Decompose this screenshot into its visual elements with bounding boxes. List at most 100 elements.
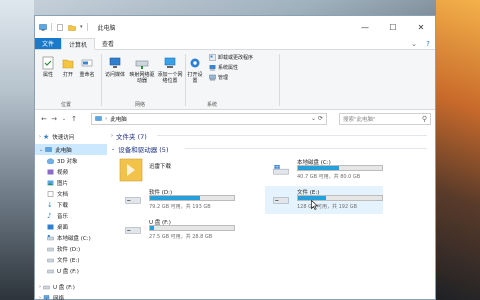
settings-gear-icon [190,58,200,68]
content-area: › 文件夹 (7) ⌄ 设备和驱动器 (5) 迅雷下载 本地磁盘 (C:) 40… [111,129,435,300]
nav-item-quick-access[interactable]: › ★ 快速访问 [35,131,107,142]
nav-item-documents[interactable]: 文档 [35,188,107,199]
close-button[interactable]: ✕ [407,16,435,38]
title-bar: ▾ 此电脑 — ☐ ✕ [35,16,435,38]
expand-chevron-icon[interactable]: › [39,134,41,140]
drive-free-space: 40.7 GB 可用，共 80.0 GB [297,174,361,180]
minimize-button[interactable]: — [351,16,379,38]
desktop-wallpaper-left [0,0,34,300]
open-label: 打开 [62,72,73,78]
drive-free-space: 128 GB 可用，共 192 GB [297,204,358,210]
maximize-button[interactable]: ☐ [379,16,407,38]
add-network-location-button[interactable]: 添加一个网络位置 [157,56,183,84]
manage-button[interactable]: 管理 [209,74,228,81]
open-settings-button[interactable]: 打开设置 [187,56,203,84]
drive-usage-fill [298,166,340,170]
open-button[interactable]: 打开 [61,56,75,78]
collapse-chevron-icon[interactable]: ⌄ [39,147,43,153]
file-explorer-window: ▾ 此电脑 — ☐ ✕ 文件 计算机 查看 ⌄ ? 属性 打开 重命名 位置 访… [34,15,436,300]
nav-item-pictures[interactable]: 图片 [35,177,107,188]
search-input[interactable]: 搜索"此电脑" ⚲ [339,113,431,125]
vertical-scrollbar[interactable] [429,129,435,300]
download-arrow-icon: ↓ [47,200,53,209]
usb-drive-icon [43,285,50,289]
pc-icon [45,146,52,152]
up-arrow-icon[interactable]: ↑ [69,115,79,123]
address-bar-row: ← → ⌄ ↑ › 此电脑 ⌄ ⟳ 搜索"此电脑" ⚲ [35,111,435,127]
system-drive-icon [47,234,54,240]
drive-icon [125,197,141,204]
nav-label: 本地磁盘 (C:) [57,235,91,242]
expand-chevron-icon[interactable]: › [39,284,41,290]
properties-button[interactable]: 属性 [41,56,55,78]
drive-tile-e[interactable]: 文件 (E:) 128 GB 可用，共 192 GB [265,186,383,214]
folder-icon[interactable] [68,24,76,31]
nav-item-downloads[interactable]: ↓ 下载 [35,199,107,210]
ribbon-panel: 属性 打开 重命名 位置 访问媒体 映射网络驱动器 添加一个网络位置 网络 打开… [35,50,435,110]
folder-tile-xunlei[interactable]: 迅雷下载 [117,156,235,184]
nav-label: 快速访问 [52,134,75,141]
access-media-button[interactable]: 访问媒体 [103,56,127,78]
nav-label: 软件 (D:) [57,246,81,253]
quick-access-toolbar: ▾ 此电脑 [35,23,116,32]
properties-label: 属性 [42,72,53,78]
drive-tile-f[interactable]: U 盘 (F:) 27.5 GB 可用，共 28.8 GB [117,216,235,244]
customize-toolbar-icon[interactable]: ▾ [80,24,83,30]
drive-icon [47,247,54,251]
nav-item-drive-c[interactable]: 本地磁盘 (C:) [35,232,107,243]
drive-free-space: 27.5 GB 可用，共 28.8 GB [149,234,213,240]
drive-tile-d[interactable]: 软件 (D:) 79.2 GB 可用，共 193 GB [117,186,235,214]
3d-objects-icon [47,157,54,164]
drive-tile-c[interactable]: 本地磁盘 (C:) 40.7 GB 可用，共 80.0 GB [265,156,383,184]
drive-usage-bar [149,195,235,201]
videos-icon [47,169,54,174]
address-field[interactable]: › 此电脑 ⌄ ⟳ [91,113,327,125]
nav-item-desktop[interactable]: 桌面 [35,221,107,232]
nav-item-usb[interactable]: › U 盘 (F:) [35,281,107,292]
expand-chevron-icon[interactable]: › [39,295,41,300]
tab-computer[interactable]: 计算机 [61,38,96,50]
section-divider [185,148,427,149]
nav-label: U 盘 (F:) [53,284,75,291]
nav-item-drive-d[interactable]: 软件 (D:) [35,243,107,254]
manage-icon [209,74,216,81]
tab-view[interactable]: 查看 [95,38,121,49]
search-placeholder: 搜索"此电脑" [343,117,376,123]
group-label-system: 系统 [207,102,218,108]
drive-icon [47,258,54,262]
expand-ribbon-icon[interactable]: ⌄ [407,38,421,49]
toolbar-separator [86,23,88,31]
section-divider [157,135,427,136]
nav-label: 网络 [53,295,65,300]
nav-item-videos[interactable]: 视频 [35,166,107,177]
back-arrow-icon[interactable]: ← [39,115,49,123]
nav-item-drive-e[interactable]: 文件 (E:) [35,254,107,265]
nav-item-drive-f[interactable]: U 盘 (F:) [35,265,107,276]
mouse-cursor-icon [311,200,318,210]
map-network-drive-button[interactable]: 映射网络驱动器 [129,56,155,84]
forward-arrow-icon[interactable]: → [49,115,59,123]
nav-item-network[interactable]: › 网络 [35,292,107,300]
system-properties-button[interactable]: 系统属性 [209,64,238,71]
tab-file[interactable]: 文件 [35,38,62,49]
uninstall-program-button[interactable]: 卸载或更改程序 [209,54,253,61]
recent-locations-icon[interactable]: ⌄ [59,116,69,122]
search-icon: ⚲ [421,115,427,123]
address-path: 此电脑 [110,117,127,123]
drive-icon [273,197,289,204]
folders-section-header[interactable]: › 文件夹 (7) [111,131,147,141]
devices-section-header[interactable]: ⌄ 设备和驱动器 (5) [111,144,168,154]
open-icon [62,59,74,69]
help-icon[interactable]: ? [421,38,435,49]
drive-usage-fill [150,196,200,200]
address-dropdown-icon[interactable]: ⌄ ⟳ [311,115,323,122]
rename-button[interactable]: 重命名 [79,56,95,78]
pictures-icon [47,180,54,185]
navigation-pane: › ★ 快速访问 ⌄ 此电脑 3D 对象 视频 图片 文档 ↓ 下载 ♪ 音乐 … [35,129,107,300]
nav-label: 文件 (E:) [57,257,80,264]
nav-label: 下载 [57,202,69,209]
nav-item-3d-objects[interactable]: 3D 对象 [35,155,107,166]
nav-item-this-pc[interactable]: ⌄ 此电脑 [35,144,107,155]
nav-item-music[interactable]: ♪ 音乐 [35,210,107,221]
document-icon[interactable] [56,23,64,31]
